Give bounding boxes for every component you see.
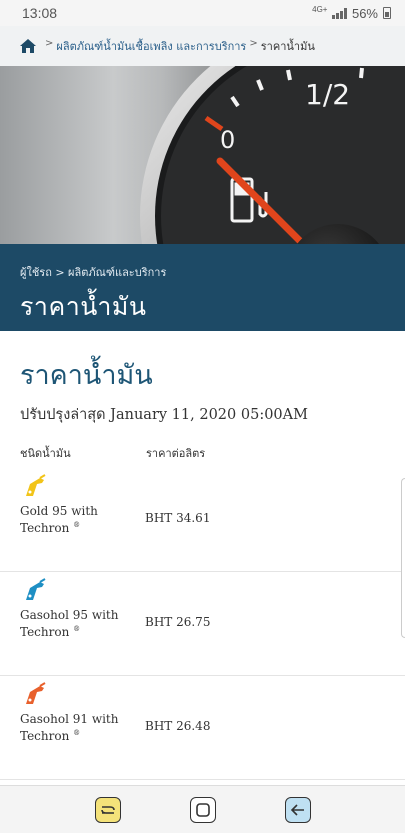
signal-icon <box>332 7 347 19</box>
fuel-row: Gasohol 95 with Techron ® BHT 26.75 <box>0 572 405 676</box>
status-bar: 13:08 4G+ 56% <box>0 0 405 26</box>
table-header: ชนิดน้ำมัน ราคาต่อลิตร <box>20 444 385 462</box>
fuel-price: BHT 26.75 <box>145 615 211 629</box>
breadcrumb: > ผลิตภัณฑ์น้ำมันเชื้อเพลิง และการบริการ… <box>0 26 405 66</box>
breadcrumb-separator: > <box>249 37 258 49</box>
column-price-per-liter: ราคาต่อลิตร <box>146 447 206 460</box>
fuel-name: Gasohol 91 with Techron ® <box>20 712 119 743</box>
fuel-name: Gold 95 with Techron ® <box>20 504 98 535</box>
page-header-band: ผู้ใช้รถ > ผลิตภัณฑ์และบริการ ราคาน้ำมัน <box>0 244 405 331</box>
gauge-half-label: 1/2 <box>305 78 350 111</box>
battery-percent: 56% <box>351 5 378 21</box>
back-icon[interactable] <box>284 796 311 823</box>
fuel-nozzle-icon <box>22 682 48 706</box>
recent-apps-icon[interactable] <box>94 796 121 823</box>
last-updated: ปรับปรุงล่าสุด January 11, 2020 05:00AM <box>20 407 308 423</box>
main-content: ราคาน้ำมัน ปรับปรุงล่าสุด January 11, 20… <box>0 331 405 780</box>
gauge-empty-label: 0 <box>220 126 235 154</box>
breadcrumb-current: ราคาน้ำมัน <box>260 40 315 53</box>
fuel-name: Gasohol 95 with Techron ® <box>20 608 119 639</box>
fuel-row: Gold 95 with Techron ® BHT 34.61 <box>0 468 405 572</box>
header-breadcrumb[interactable]: ผู้ใช้รถ > ผลิตภัณฑ์และบริการ <box>20 263 385 281</box>
header-title: ราคาน้ำมัน <box>20 292 147 321</box>
home-button-icon[interactable] <box>189 796 216 823</box>
fuel-price: BHT 34.61 <box>145 511 211 525</box>
home-icon[interactable] <box>20 39 36 53</box>
breadcrumb-link-products[interactable]: ผลิตภัณฑ์น้ำมันเชื้อเพลิง และการบริการ <box>56 37 246 55</box>
fuel-price-list: Gold 95 with Techron ® BHT 34.61 Gasohol … <box>0 468 405 780</box>
edge-panel-handle[interactable] <box>401 478 405 638</box>
fuel-price: BHT 26.48 <box>145 719 211 733</box>
column-fuel-type: ชนิดน้ำมัน <box>20 447 71 460</box>
hero-image: 1/2 0 <box>0 66 405 244</box>
battery-icon <box>383 7 391 19</box>
fuel-nozzle-icon <box>22 578 48 602</box>
fuel-nozzle-icon <box>22 474 48 498</box>
network-type: 4G+ <box>312 5 328 14</box>
status-icons: 4G+ 56% <box>312 6 391 21</box>
fuel-row: Gasohol 91 with Techron ® BHT 26.48 <box>0 676 405 780</box>
navigation-bar <box>0 785 405 833</box>
status-time: 13:08 <box>22 5 58 21</box>
breadcrumb-separator: > <box>45 37 54 49</box>
page-title: ราคาน้ำมัน <box>20 360 153 391</box>
